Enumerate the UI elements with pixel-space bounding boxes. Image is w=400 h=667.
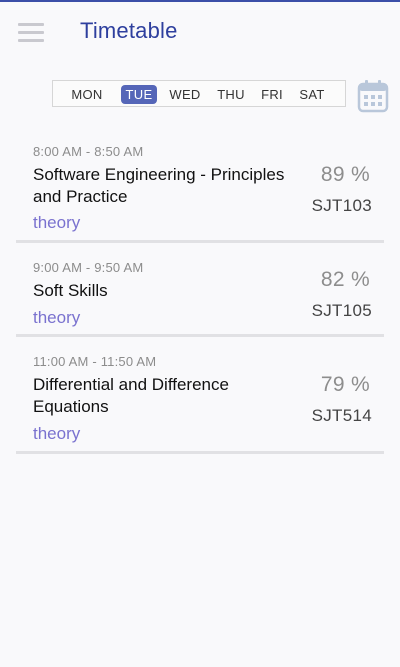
class-subject: Software Engineering - Principles and Pr… — [33, 165, 285, 206]
class-subject: Differential and Difference Equations — [33, 375, 229, 416]
class-card[interactable]: 8:00 AM - 8:50 AM Software Engineering -… — [16, 136, 384, 243]
day-tab-mon[interactable]: MON — [67, 85, 107, 104]
room-code: SJT514 — [311, 406, 372, 425]
class-time: 9:00 AM - 9:50 AM — [33, 260, 144, 275]
attendance-percent: 82 % — [320, 268, 370, 291]
calendar-icon[interactable] — [357, 79, 389, 113]
room-code: SJT103 — [311, 196, 372, 215]
page-title: Timetable — [80, 18, 178, 43]
class-card[interactable]: 11:00 AM - 11:50 AM Differential and Dif… — [16, 347, 384, 454]
day-selector: MON TUE WED THU FRI SAT — [52, 80, 346, 107]
class-subject: Soft Skills — [33, 281, 108, 300]
class-type: theory — [33, 308, 81, 327]
day-tab-wed[interactable]: WED — [165, 85, 205, 104]
class-type: theory — [33, 213, 81, 232]
day-tab-fri[interactable]: FRI — [256, 85, 288, 104]
room-code: SJT105 — [311, 301, 372, 320]
attendance-percent: 79 % — [320, 373, 370, 396]
class-card[interactable]: 9:00 AM - 9:50 AM Soft Skills theory 82 … — [16, 253, 384, 337]
attendance-percent: 89 % — [320, 163, 370, 186]
class-time: 8:00 AM - 8:50 AM — [33, 144, 144, 159]
hamburger-menu-icon[interactable] — [18, 23, 44, 43]
day-tab-sat[interactable]: SAT — [295, 85, 329, 104]
day-tab-thu[interactable]: THU — [213, 85, 249, 104]
class-type: theory — [33, 424, 81, 443]
class-time: 11:00 AM - 11:50 AM — [33, 354, 157, 369]
app-header: Timetable — [0, 2, 400, 62]
day-tab-tue[interactable]: TUE — [121, 85, 157, 104]
